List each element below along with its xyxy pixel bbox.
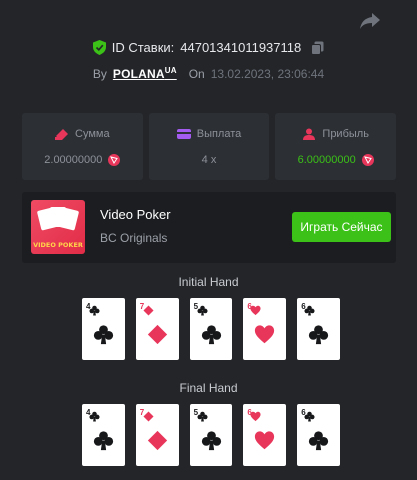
amount-label: Сумма bbox=[75, 127, 110, 140]
club-suit-icon bbox=[197, 411, 208, 422]
initial-hand-title: Initial Hand bbox=[178, 275, 239, 289]
amount-value: 2.00000000 bbox=[44, 153, 103, 166]
username-suffix: UA bbox=[164, 66, 177, 75]
bet-date: 13.02.2023, 23:06:44 bbox=[210, 67, 325, 81]
club-suit-icon bbox=[89, 411, 100, 422]
share-icon[interactable] bbox=[359, 12, 381, 30]
trx-coin-icon bbox=[108, 153, 121, 166]
bet-amount-icon bbox=[55, 128, 69, 140]
club-suit-icon bbox=[309, 431, 329, 451]
game-provider: BC Originals bbox=[100, 231, 168, 245]
heart-suit-icon bbox=[250, 411, 261, 422]
club-suit-icon bbox=[201, 325, 221, 345]
username-link[interactable]: POLANAUA bbox=[113, 66, 177, 81]
club-suit-icon bbox=[89, 305, 100, 316]
diamond-suit-icon bbox=[143, 305, 154, 316]
diamond-suit-icon bbox=[147, 430, 167, 451]
heart-suit-icon bbox=[255, 431, 275, 450]
play-now-button[interactable]: Играть Сейчас bbox=[292, 212, 391, 242]
profit-value: 6.00000000 bbox=[297, 153, 356, 166]
playing-card: 6 bbox=[243, 404, 287, 466]
diamond-suit-icon bbox=[147, 324, 167, 345]
final-hand: 47566 bbox=[82, 404, 340, 466]
author-row: By POLANAUA On 13.02.2023, 23:06:44 bbox=[0, 66, 417, 81]
video-poker-thumbnail[interactable]: VIDEO POKER bbox=[31, 200, 85, 254]
diamond-suit-icon bbox=[143, 411, 154, 422]
thumbnail-logo-text: VIDEO POKER bbox=[33, 241, 83, 249]
stat-amount: Сумма 2.00000000 bbox=[22, 113, 143, 180]
playing-card: 6 bbox=[243, 298, 287, 360]
playing-card: 7 bbox=[135, 404, 179, 466]
bet-stats: Сумма 2.00000000 Выплата 4 x Прибыль 6.0… bbox=[22, 113, 397, 180]
bet-id-label: ID Ставки: bbox=[111, 40, 175, 55]
game-title: Video Poker bbox=[100, 207, 171, 222]
playing-card: 7 bbox=[135, 298, 179, 360]
playing-card: 6 bbox=[297, 298, 340, 360]
by-label: By bbox=[92, 67, 107, 81]
stat-payout: Выплата 4 x bbox=[148, 113, 270, 180]
trx-coin-icon bbox=[361, 153, 374, 166]
club-suit-icon bbox=[309, 325, 329, 345]
wallet-icon bbox=[176, 128, 191, 139]
bet-id-row: ID Ставки: 44701341011937118 bbox=[0, 40, 417, 55]
on-label: On bbox=[188, 67, 205, 81]
playing-card: 4 bbox=[82, 298, 125, 360]
game-card: VIDEO POKER Video Poker BC Originals Игр… bbox=[22, 192, 396, 263]
profit-label: Прибыль bbox=[322, 127, 369, 140]
initial-hand: 47566 bbox=[82, 298, 340, 360]
club-suit-icon bbox=[304, 411, 315, 422]
stat-profit: Прибыль 6.00000000 bbox=[275, 113, 397, 180]
club-suit-icon bbox=[201, 431, 221, 451]
payout-label: Выплата bbox=[196, 127, 242, 140]
heart-suit-icon bbox=[250, 305, 261, 316]
username: POLANA bbox=[112, 67, 165, 81]
club-suit-icon bbox=[93, 325, 114, 345]
shield-check-icon bbox=[92, 40, 106, 55]
playing-card: 5 bbox=[189, 404, 233, 466]
heart-suit-icon bbox=[255, 325, 275, 344]
bet-id-value: 44701341011937118 bbox=[180, 40, 302, 55]
playing-card: 4 bbox=[82, 404, 125, 466]
payout-value: 4 x bbox=[201, 153, 217, 166]
playing-card: 6 bbox=[297, 404, 340, 466]
final-hand-title: Final Hand bbox=[179, 381, 238, 395]
club-suit-icon bbox=[93, 431, 114, 451]
club-suit-icon bbox=[197, 305, 208, 316]
club-suit-icon bbox=[304, 305, 315, 316]
copy-icon[interactable] bbox=[311, 41, 324, 55]
playing-card: 5 bbox=[189, 298, 233, 360]
profit-icon bbox=[303, 128, 316, 140]
